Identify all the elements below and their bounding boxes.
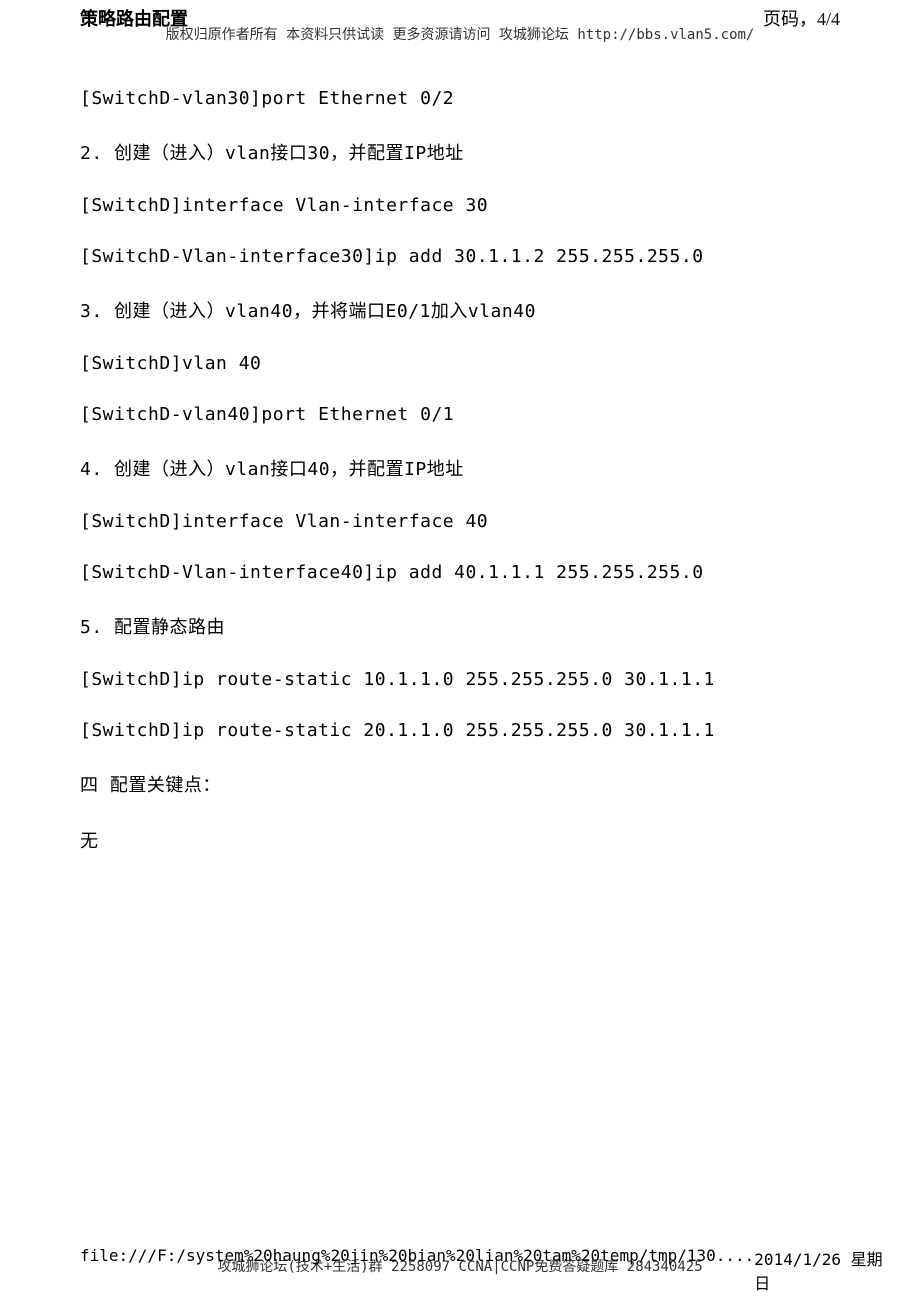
content-line: 3. 创建（进入）vlan40，并将端口E0/1加入vlan40 [80, 297, 840, 323]
content-line: [SwitchD]interface Vlan-interface 40 [80, 511, 840, 532]
footer-file-path: file:///F:/system%20haung%20jin%20bian%2… [80, 1246, 754, 1294]
content-line: 4. 创建（进入）vlan接口40，并配置IP地址 [80, 455, 840, 481]
document-content: [SwitchD-vlan30]port Ethernet 0/2 2. 创建（… [80, 88, 840, 883]
content-line: [SwitchD-vlan40]port Ethernet 0/1 [80, 404, 840, 425]
content-line: [SwitchD]ip route-static 10.1.1.0 255.25… [80, 669, 840, 690]
content-line: [SwitchD-Vlan-interface40]ip add 40.1.1.… [80, 562, 840, 583]
content-line: [SwitchD]ip route-static 20.1.1.0 255.25… [80, 720, 840, 741]
content-line: [SwitchD]interface Vlan-interface 30 [80, 195, 840, 216]
content-line: [SwitchD-Vlan-interface30]ip add 30.1.1.… [80, 246, 840, 267]
content-line: 无 [80, 827, 840, 853]
footer-date: 2014/1/26 星期日 [754, 1246, 890, 1294]
content-line: [SwitchD]vlan 40 [80, 353, 840, 374]
content-line: [SwitchD-vlan30]port Ethernet 0/2 [80, 88, 840, 109]
content-line: 5. 配置静态路由 [80, 613, 840, 639]
footer-bottom: file:///F:/system%20haung%20jin%20bian%2… [80, 1246, 890, 1294]
header-subtitle: 版权归原作者所有 本资料只供试读 更多资源请访问 攻城狮论坛 http://bb… [0, 24, 920, 44]
content-line: 四 配置关键点： [80, 771, 840, 797]
content-line: 2. 创建（进入）vlan接口30，并配置IP地址 [80, 139, 840, 165]
